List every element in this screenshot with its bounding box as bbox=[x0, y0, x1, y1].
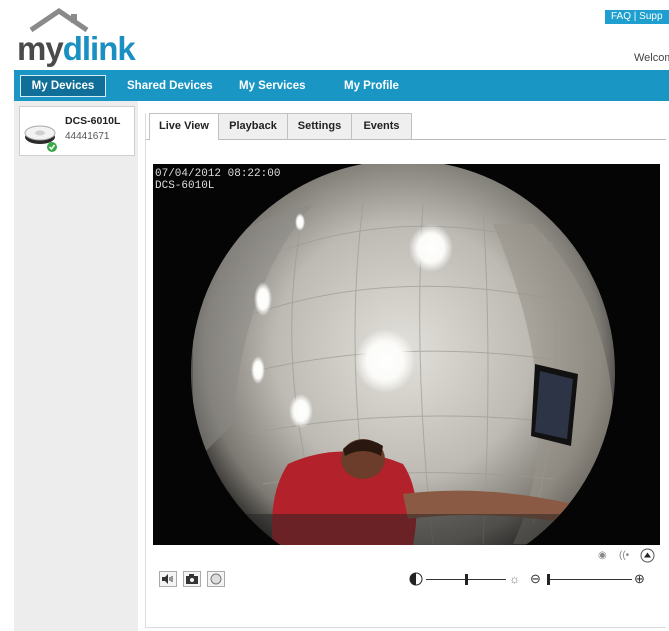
zoom-slider-thumb[interactable] bbox=[547, 574, 550, 585]
welcome-text: Welcom bbox=[634, 52, 669, 64]
nav-my-services[interactable]: My Services bbox=[231, 77, 314, 95]
tab-events[interactable]: Events bbox=[351, 113, 412, 139]
device-list-panel: DCS-6010L 44441671 bbox=[14, 101, 138, 631]
broadcast-icon[interactable]: ((• bbox=[619, 550, 629, 561]
faq-support-link[interactable]: FAQ | Supp bbox=[605, 10, 669, 24]
logo-accent: dlink bbox=[62, 30, 136, 67]
osd-camera-label: DCS-6010L bbox=[155, 180, 215, 192]
mydlink-logo[interactable]: mydlink bbox=[17, 8, 157, 68]
video-osd: 07/04/2012 08:22:00 DCS-6010L bbox=[155, 168, 280, 192]
nav-shared-devices[interactable]: Shared Devices bbox=[119, 77, 221, 95]
audio-button[interactable] bbox=[159, 571, 177, 587]
camera-icon bbox=[24, 125, 57, 152]
top-bar: mydlink FAQ | Supp Welcom bbox=[0, 0, 669, 70]
tab-playback[interactable]: Playback bbox=[218, 113, 288, 139]
eject-icon[interactable] bbox=[640, 548, 655, 563]
video-controls: ◉ ((• ☼ ⊖ ⊕ bbox=[153, 545, 660, 595]
fisheye-camera-image bbox=[153, 164, 660, 545]
device-main-panel: Live View Playback Settings Events 07/04… bbox=[145, 113, 666, 628]
zoom-in-icon[interactable]: ⊕ bbox=[634, 571, 645, 587]
zoom-out-icon[interactable]: ⊖ bbox=[530, 571, 541, 587]
record-button[interactable] bbox=[207, 571, 225, 587]
snapshot-button[interactable] bbox=[183, 571, 201, 587]
osd-timestamp: 07/04/2012 08:22:00 bbox=[155, 168, 281, 180]
live-video-feed[interactable]: 07/04/2012 08:22:00 DCS-6010L bbox=[153, 164, 660, 545]
record-icon bbox=[210, 573, 222, 585]
contrast-icon bbox=[409, 572, 423, 586]
speaker-icon bbox=[162, 574, 173, 584]
nav-my-profile[interactable]: My Profile bbox=[336, 77, 407, 95]
nav-my-devices[interactable]: My Devices bbox=[20, 75, 106, 97]
main-nav: My Devices Shared Devices My Services My… bbox=[14, 70, 669, 101]
tab-settings[interactable]: Settings bbox=[287, 113, 352, 139]
online-status-icon bbox=[47, 142, 57, 152]
brightness-slider-thumb[interactable] bbox=[465, 574, 468, 585]
logo-prefix: my bbox=[17, 30, 64, 67]
zoom-slider[interactable] bbox=[547, 579, 632, 580]
logo-text: mydlink bbox=[17, 30, 136, 68]
tab-live-view[interactable]: Live View bbox=[149, 113, 219, 140]
device-name: DCS-6010L bbox=[65, 115, 121, 127]
device-tabs: Live View Playback Settings Events bbox=[146, 113, 666, 140]
dot-icon[interactable]: ◉ bbox=[598, 550, 607, 561]
brightness-icon: ☼ bbox=[509, 572, 520, 586]
device-id: 44441671 bbox=[65, 131, 110, 142]
device-list-item[interactable]: DCS-6010L 44441671 bbox=[19, 106, 135, 156]
snapshot-icon bbox=[186, 574, 198, 584]
